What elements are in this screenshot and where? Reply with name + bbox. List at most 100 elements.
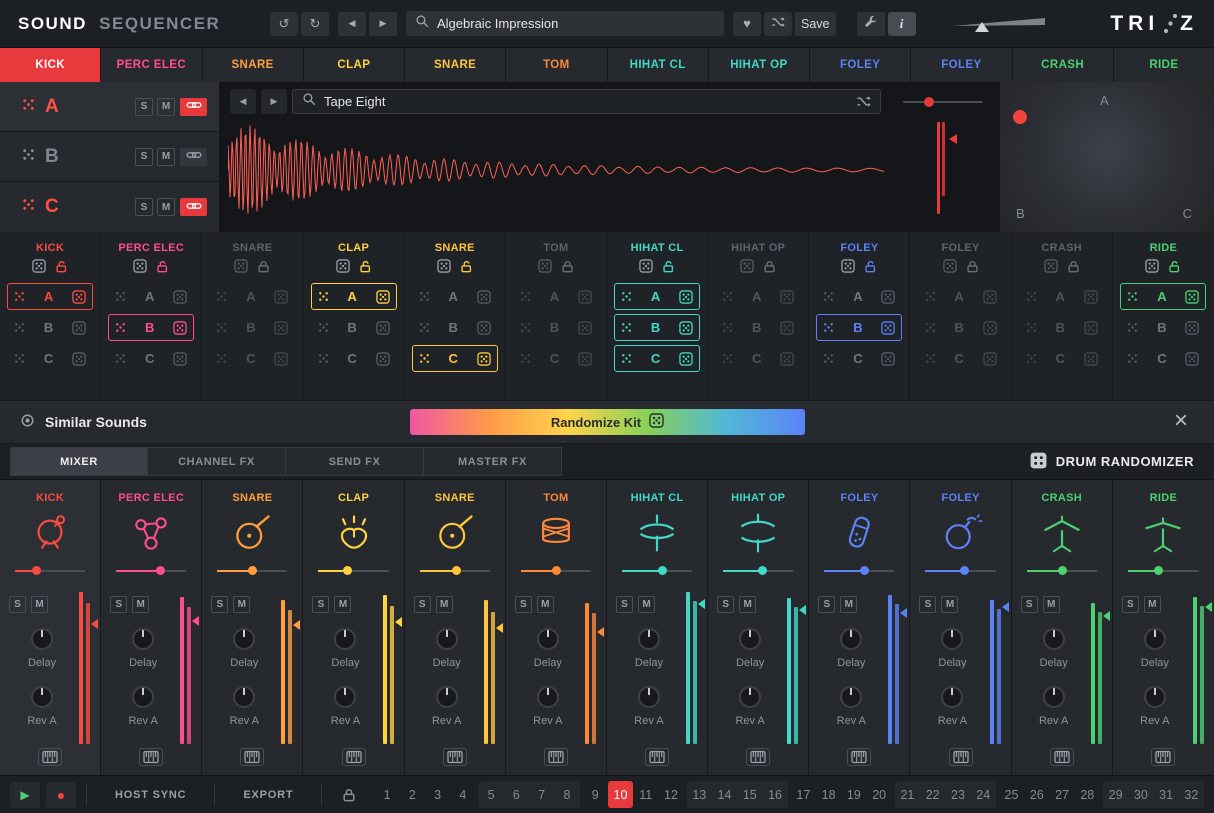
- slider-handle[interactable]: [343, 566, 352, 575]
- kit-cell-4-B[interactable]: B: [311, 314, 397, 341]
- step-8[interactable]: 8: [554, 781, 579, 808]
- kit-cell-3-B[interactable]: B: [209, 314, 295, 341]
- settings-button[interactable]: [857, 12, 885, 36]
- tab-master-fx[interactable]: MASTER FX: [424, 447, 562, 476]
- reverb-send-knob[interactable]: [1144, 686, 1166, 708]
- delay-send-knob[interactable]: [31, 628, 53, 650]
- channel-volume-slider[interactable]: [116, 566, 186, 576]
- kit-dice-button[interactable]: [841, 259, 855, 278]
- channel-solo-button[interactable]: S: [9, 596, 26, 613]
- step-27[interactable]: 27: [1049, 781, 1074, 808]
- kit-cell-2-C[interactable]: C: [108, 345, 194, 372]
- step-12[interactable]: 12: [658, 781, 683, 808]
- kit-cell-12-C[interactable]: C: [1120, 345, 1206, 372]
- sample-search-field[interactable]: Tape Eight: [292, 89, 881, 114]
- kit-cell-8-B[interactable]: B: [715, 314, 801, 341]
- meter-marker-icon[interactable]: [698, 599, 705, 609]
- channel-volume-slider[interactable]: [925, 566, 995, 576]
- step-23[interactable]: 23: [945, 781, 970, 808]
- delay-send-knob[interactable]: [436, 628, 458, 650]
- reverb-send-knob[interactable]: [739, 686, 761, 708]
- delay-send-knob[interactable]: [233, 628, 255, 650]
- undo-button[interactable]: ↺: [270, 12, 298, 36]
- similar-sounds-toggle[interactable]: Similar Sounds: [20, 413, 147, 431]
- kit-lock-button[interactable]: [763, 260, 776, 278]
- channel-mute-button[interactable]: M: [739, 596, 756, 613]
- step-1[interactable]: 1: [374, 781, 399, 808]
- kit-cell-11-A[interactable]: A: [1019, 283, 1105, 310]
- pad-tab-foley-9[interactable]: FOLEY: [810, 48, 911, 82]
- favorite-button[interactable]: ♥: [733, 12, 761, 36]
- play-button[interactable]: ▶: [10, 782, 40, 808]
- reverb-send-knob[interactable]: [638, 686, 660, 708]
- kit-lock-button[interactable]: [257, 260, 270, 278]
- channel-volume-slider[interactable]: [217, 566, 287, 576]
- meter-marker-icon[interactable]: [395, 617, 402, 627]
- prev-preset-button[interactable]: ◀: [338, 12, 366, 36]
- kit-lock-button[interactable]: [156, 260, 169, 278]
- step-7[interactable]: 7: [529, 781, 554, 808]
- keyboard-button[interactable]: [847, 748, 871, 766]
- tab-send-fx[interactable]: SEND FX: [286, 447, 424, 476]
- step-4[interactable]: 4: [450, 781, 475, 808]
- meter-marker-icon[interactable]: [293, 620, 300, 630]
- delay-send-knob[interactable]: [840, 628, 862, 650]
- delay-send-knob[interactable]: [132, 628, 154, 650]
- keyboard-button[interactable]: [342, 748, 366, 766]
- channel-volume-slider[interactable]: [420, 566, 490, 576]
- kit-cell-12-A[interactable]: A: [1120, 283, 1206, 310]
- keyboard-button[interactable]: [1151, 748, 1175, 766]
- kit-cell-5-C[interactable]: C: [412, 345, 498, 372]
- layer-b-mute-button[interactable]: M: [157, 148, 175, 166]
- layer-a-mute-button[interactable]: M: [157, 98, 175, 116]
- step-10[interactable]: 10: [608, 781, 633, 808]
- layer-row-a[interactable]: A S M: [0, 82, 219, 132]
- kit-cell-9-B[interactable]: B: [816, 314, 902, 341]
- kit-cell-8-A[interactable]: A: [715, 283, 801, 310]
- channel-mute-button[interactable]: M: [334, 596, 351, 613]
- pad-tab-hihat-op-8[interactable]: HIHAT OP: [709, 48, 810, 82]
- kit-dice-button[interactable]: [234, 259, 248, 278]
- pad-tab-crash-11[interactable]: CRASH: [1013, 48, 1114, 82]
- kit-cell-11-C[interactable]: C: [1019, 345, 1105, 372]
- meter-marker-icon[interactable]: [900, 608, 907, 618]
- channel-mute-button[interactable]: M: [436, 596, 453, 613]
- kit-cell-3-C[interactable]: C: [209, 345, 295, 372]
- pattern-lock-button[interactable]: [342, 788, 356, 802]
- kit-cell-11-B[interactable]: B: [1019, 314, 1105, 341]
- channel-solo-button[interactable]: S: [616, 596, 633, 613]
- kit-cell-5-B[interactable]: B: [412, 314, 498, 341]
- keyboard-button[interactable]: [240, 748, 264, 766]
- keyboard-button[interactable]: [645, 748, 669, 766]
- kit-dice-button[interactable]: [740, 259, 754, 278]
- kit-cell-5-A[interactable]: A: [412, 283, 498, 310]
- step-22[interactable]: 22: [920, 781, 945, 808]
- kit-dice-button[interactable]: [538, 259, 552, 278]
- kit-cell-3-A[interactable]: A: [209, 283, 295, 310]
- keyboard-button[interactable]: [139, 748, 163, 766]
- pad-tab-clap-4[interactable]: CLAP: [304, 48, 405, 82]
- next-preset-button[interactable]: ▶: [369, 12, 397, 36]
- kit-lock-button[interactable]: [1067, 260, 1080, 278]
- reverb-send-knob[interactable]: [132, 686, 154, 708]
- delay-send-knob[interactable]: [739, 628, 761, 650]
- save-button[interactable]: Save: [795, 12, 836, 36]
- randomize-kit-button[interactable]: Randomize Kit: [410, 409, 805, 435]
- step-2[interactable]: 2: [400, 781, 425, 808]
- reverb-send-knob[interactable]: [941, 686, 963, 708]
- step-32[interactable]: 32: [1179, 781, 1204, 808]
- kit-dice-button[interactable]: [1044, 259, 1058, 278]
- random-sample-button[interactable]: [856, 94, 871, 109]
- kit-cell-1-A[interactable]: A: [7, 283, 93, 310]
- layer-row-c[interactable]: C S M: [0, 182, 219, 232]
- delay-send-knob[interactable]: [941, 628, 963, 650]
- kit-cell-8-C[interactable]: C: [715, 345, 801, 372]
- keyboard-button[interactable]: [38, 748, 62, 766]
- pad-tab-tom-6[interactable]: TOM: [506, 48, 607, 82]
- kit-lock-button[interactable]: [359, 260, 372, 278]
- pad-tab-snare-3[interactable]: SNARE: [203, 48, 304, 82]
- prev-sample-button[interactable]: ◀: [230, 89, 256, 114]
- delay-send-knob[interactable]: [537, 628, 559, 650]
- kit-cell-6-C[interactable]: C: [513, 345, 599, 372]
- slider-handle[interactable]: [452, 566, 461, 575]
